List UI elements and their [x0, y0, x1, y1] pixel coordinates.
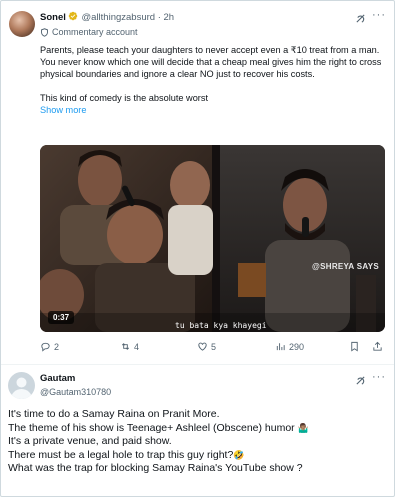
- avatar[interactable]: [8, 372, 35, 399]
- timestamp[interactable]: 2h: [164, 12, 175, 23]
- reply-line-text: There must be a legal hole to trap this …: [8, 448, 234, 461]
- account-label-text: Commentary account: [52, 27, 138, 37]
- reply-line: It's time to do a Samay Raina on Pranit …: [8, 408, 220, 420]
- author-handle[interactable]: @Gautam310780: [40, 387, 111, 397]
- reply-line: There must be a legal hole to trap this …: [8, 449, 388, 463]
- reply-text: It's time to do a Samay Raina on Pranit …: [8, 408, 388, 476]
- laughing-emoji: 🤣: [233, 449, 245, 460]
- tweet-paragraph: This kind of comedy is the absolute wors…: [40, 93, 209, 103]
- video-thumbnail: [40, 145, 385, 332]
- bookmark-icon: [351, 341, 358, 352]
- more-options-icon[interactable]: ···: [372, 371, 386, 383]
- share-button[interactable]: [372, 341, 383, 352]
- reply-count: 2: [54, 341, 60, 352]
- shield-icon: [41, 28, 48, 37]
- separator-dot: ·: [157, 12, 161, 23]
- tweet-header: Sonel @allthingzabsurd · 2h: [40, 11, 174, 23]
- reply-line-text: The theme of his show is Teenage+ Ashlee…: [8, 421, 295, 434]
- video-watermark: @SHREYA SAYS: [312, 262, 379, 271]
- tweet-paragraph: Parents, please teach your daughters to …: [40, 45, 382, 79]
- timeline-card: Sonel @allthingzabsurd · 2h ··· Commenta…: [0, 0, 395, 497]
- heart-icon: [198, 342, 207, 351]
- default-avatar-icon: [11, 377, 32, 399]
- views-icon: [276, 343, 285, 351]
- tweet-text: Parents, please teach your daughters to …: [40, 44, 385, 116]
- repost-count: 4: [134, 341, 140, 352]
- verified-badge-icon: [68, 11, 78, 21]
- video-duration: 0:37: [48, 311, 75, 324]
- author-name[interactable]: Gautam: [40, 373, 75, 384]
- reply-tweet[interactable]: Gautam @Gautam310780 ··· It's time to do…: [1, 365, 394, 496]
- more-options-icon[interactable]: ···: [372, 9, 386, 21]
- views-button[interactable]: 290: [275, 341, 304, 352]
- account-label: Commentary account: [40, 27, 138, 37]
- author-handle[interactable]: @allthingzabsurd: [82, 12, 156, 23]
- tweet-actions: 2 4 5 290: [40, 341, 385, 357]
- shrug-emoji: 🤷🏽‍♂️: [297, 422, 309, 433]
- tweet[interactable]: Sonel @allthingzabsurd · 2h ··· Commenta…: [1, 1, 394, 365]
- share-icon: [373, 341, 382, 351]
- avatar[interactable]: [9, 11, 35, 37]
- like-count: 5: [211, 341, 217, 352]
- reply-line: The theme of his show is Teenage+ Ashlee…: [8, 422, 388, 436]
- author-name[interactable]: Sonel: [40, 12, 66, 23]
- video-player[interactable]: @SHREYA SAYS tu bata kya khayegi 0:37: [40, 145, 385, 332]
- reply-line: It's a private venue, and paid show.: [8, 435, 172, 447]
- view-count: 290: [289, 341, 305, 352]
- grok-icon[interactable]: [355, 13, 366, 24]
- repost-button[interactable]: 4: [120, 341, 139, 352]
- grok-icon[interactable]: [355, 375, 366, 386]
- show-more-link[interactable]: Show more: [40, 104, 385, 116]
- bookmark-button[interactable]: [349, 341, 360, 352]
- reply-line: What was the trap for blocking Samay Rai…: [8, 462, 303, 474]
- repost-icon: [121, 343, 130, 350]
- like-button[interactable]: 5: [197, 341, 216, 352]
- reply-icon: [41, 342, 50, 352]
- video-subtitle: tu bata kya khayegi: [175, 321, 267, 330]
- reply-button[interactable]: 2: [40, 341, 59, 352]
